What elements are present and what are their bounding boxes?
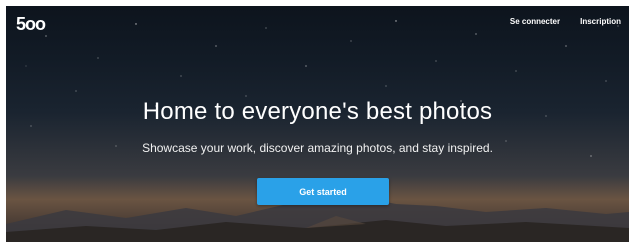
login-link[interactable]: Se connecter <box>510 17 560 26</box>
hero-background: 5oo Se connecter Inscription Home to eve… <box>6 6 629 242</box>
hero-subheadline: Showcase your work, discover amazing pho… <box>142 141 493 155</box>
500px-logo[interactable]: 5oo <box>16 14 46 35</box>
top-nav: Se connecter Inscription <box>510 17 621 26</box>
signup-link[interactable]: Inscription <box>580 17 621 26</box>
get-started-button[interactable]: Get started <box>257 178 389 205</box>
hero-headline: Home to everyone's best photos <box>142 98 493 125</box>
